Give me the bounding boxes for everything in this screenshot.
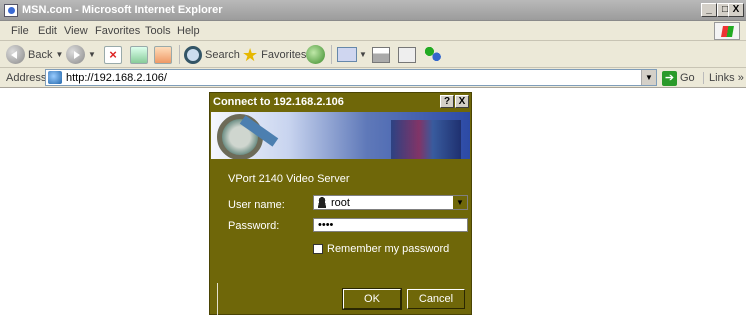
- close-button[interactable]: X: [728, 3, 744, 17]
- forward-arrow-icon: [66, 45, 85, 64]
- ie-app-icon: [4, 4, 18, 17]
- mail-icon: [337, 47, 357, 62]
- mail-button[interactable]: ▼: [337, 44, 367, 65]
- minimize-button[interactable]: _: [701, 3, 717, 17]
- username-value[interactable]: root: [331, 197, 350, 209]
- back-arrow-icon: [6, 45, 25, 64]
- back-dropdown-icon[interactable]: ▼: [55, 50, 63, 59]
- username-dropdown-icon[interactable]: ▼: [453, 196, 467, 209]
- window-title: MSN.com - Microsoft Internet Explorer: [22, 4, 223, 16]
- ok-button[interactable]: OK: [342, 288, 402, 310]
- menu-file[interactable]: File: [11, 25, 29, 37]
- go-button[interactable]: ➔ Go: [662, 70, 695, 86]
- messenger-button[interactable]: [424, 44, 442, 65]
- refresh-button[interactable]: [130, 44, 148, 65]
- page-icon: [48, 71, 62, 84]
- checkbox-box[interactable]: [313, 244, 323, 254]
- address-field[interactable]: ▼: [45, 69, 657, 86]
- refresh-icon: [130, 45, 148, 64]
- browser-window: MSN.com - Microsoft Internet Explorer _ …: [0, 0, 746, 88]
- search-label: Search: [205, 48, 240, 61]
- back-label: Back: [28, 48, 53, 61]
- print-icon: [372, 46, 390, 63]
- forward-dropdown-icon[interactable]: ▼: [88, 50, 96, 59]
- toolbar-divider: [331, 45, 332, 64]
- go-label: Go: [680, 72, 695, 84]
- windows-logo-icon: [714, 22, 740, 40]
- menu-tools[interactable]: Tools: [145, 25, 171, 37]
- forward-button[interactable]: ▼: [66, 44, 96, 65]
- dialog-banner: [211, 112, 470, 159]
- remember-label: Remember my password: [327, 243, 450, 255]
- stop-icon: ×: [104, 45, 122, 64]
- links-button[interactable]: Links »: [703, 72, 744, 84]
- menu-edit[interactable]: Edit: [38, 25, 57, 37]
- dialog-close-button[interactable]: X: [455, 95, 469, 108]
- messenger-icon: [424, 45, 442, 64]
- go-arrow-icon: ➔: [662, 70, 677, 86]
- connect-dialog: Connect to 192.168.2.106 ? X VPort 2140 …: [209, 92, 472, 315]
- dialog-title: Connect to 192.168.2.106: [213, 96, 344, 108]
- banner-graphic: [391, 120, 461, 159]
- favorites-label: Favorites: [261, 48, 307, 61]
- favorites-star-icon: ★: [242, 44, 259, 65]
- keys-logo-icon: [217, 114, 263, 159]
- menu-favorites[interactable]: Favorites: [95, 25, 140, 37]
- address-bar: Address ▼ ➔ Go Links »: [0, 68, 746, 88]
- home-icon: [154, 45, 172, 64]
- address-input[interactable]: [66, 72, 636, 84]
- menu-view[interactable]: View: [64, 25, 88, 37]
- home-button[interactable]: [154, 44, 172, 65]
- server-name: VPort 2140 Video Server: [228, 173, 350, 185]
- menu-help[interactable]: Help: [177, 25, 200, 37]
- edit-icon: [398, 46, 416, 63]
- favorites-button[interactable]: ★ Favorites: [242, 44, 306, 65]
- user-icon: [317, 197, 327, 208]
- mail-dropdown-icon[interactable]: ▼: [359, 50, 367, 59]
- address-label: Address: [6, 72, 47, 84]
- dialog-help-button[interactable]: ?: [440, 95, 454, 108]
- dialog-title-bar: Connect to 192.168.2.106 ? X: [210, 93, 471, 111]
- remember-password-checkbox[interactable]: Remember my password: [313, 243, 449, 255]
- search-icon: [184, 45, 202, 64]
- username-combobox[interactable]: root ▼: [313, 195, 468, 210]
- cancel-button[interactable]: Cancel: [407, 289, 465, 309]
- dialog-divider: [217, 283, 218, 315]
- edit-button[interactable]: [398, 44, 416, 65]
- media-button[interactable]: [306, 44, 325, 65]
- password-value[interactable]: ••••: [318, 219, 333, 231]
- toolbar-divider: [179, 45, 180, 64]
- password-field[interactable]: ••••: [313, 218, 468, 232]
- search-button[interactable]: Search: [184, 44, 240, 65]
- title-bar: MSN.com - Microsoft Internet Explorer _ …: [0, 0, 746, 21]
- menu-bar: File Edit View Favorites Tools Help: [0, 21, 746, 41]
- username-label: User name:: [228, 199, 285, 211]
- standard-toolbar: Back ▼ ▼ × Search ★ Favorites ▼: [0, 41, 746, 68]
- stop-button[interactable]: ×: [104, 44, 122, 65]
- back-button[interactable]: Back ▼: [6, 44, 63, 65]
- media-icon: [306, 45, 325, 64]
- address-dropdown-icon[interactable]: ▼: [641, 70, 656, 85]
- password-label: Password:: [228, 220, 280, 232]
- print-button[interactable]: [372, 44, 390, 65]
